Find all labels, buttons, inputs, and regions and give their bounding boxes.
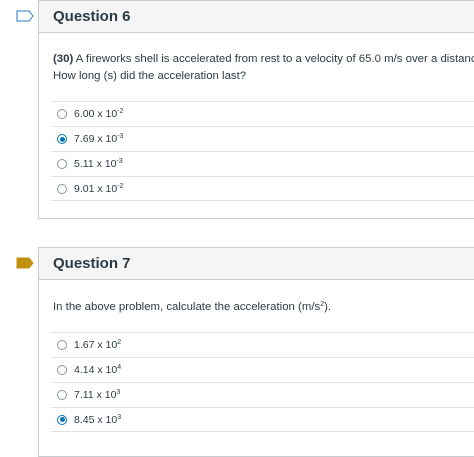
answer-option[interactable]: 9.01 x 10-2 bbox=[51, 176, 474, 201]
radio-button[interactable] bbox=[57, 365, 67, 375]
answer-option[interactable]: 7.11 x 103 bbox=[51, 382, 474, 407]
question-points: (30) bbox=[53, 53, 74, 65]
radio-button[interactable] bbox=[57, 183, 67, 194]
answer-label: 1.67 x 102 bbox=[74, 339, 122, 351]
radio-button[interactable] bbox=[57, 340, 67, 350]
answer-label: 7.69 x 10-3 bbox=[74, 133, 124, 145]
answer-option[interactable]: 8.45 x 103 bbox=[51, 407, 474, 432]
radio-button-selected[interactable] bbox=[57, 414, 67, 425]
answer-option[interactable]: 6.00 x 10-2 bbox=[51, 101, 474, 126]
question-text-line-2: How long (s) did the acceleration last? bbox=[53, 70, 247, 82]
question-text: In the above problem, calculate the acce… bbox=[53, 301, 332, 313]
question-title: Question 6 bbox=[53, 8, 131, 25]
answer-option[interactable]: 5.11 x 10-3 bbox=[51, 151, 474, 176]
answer-label: 4.14 x 104 bbox=[74, 364, 122, 376]
answer-option[interactable]: 4.14 x 104 bbox=[51, 357, 474, 382]
question-text: (30) A fireworks shell is accelerated fr… bbox=[39, 51, 474, 85]
flag-question-icon[interactable] bbox=[16, 10, 34, 22]
question-title: Question 7 bbox=[53, 255, 131, 272]
radio-button[interactable] bbox=[57, 159, 67, 169]
answer-label: 8.45 x 103 bbox=[74, 413, 122, 426]
answer-label: 5.11 x 10-3 bbox=[74, 158, 123, 170]
answer-list: 1.67 x 102 4.14 x 104 7.11 x 103 8.45 x … bbox=[51, 332, 474, 432]
answer-label: 7.11 x 103 bbox=[74, 389, 121, 401]
radio-button[interactable] bbox=[57, 109, 67, 119]
answer-option[interactable]: 1.67 x 102 bbox=[51, 332, 474, 357]
answer-list: 6.00 x 10-2 7.69 x 10-3 5.11 x 10-3 9.01… bbox=[51, 101, 474, 201]
radio-button[interactable] bbox=[57, 390, 67, 400]
radio-button-selected[interactable] bbox=[57, 134, 67, 144]
question-header: Question 7 bbox=[39, 248, 474, 280]
question-text-line-1: A fireworks shell is accelerated from re… bbox=[73, 53, 474, 65]
question-header: Question 6 bbox=[39, 1, 474, 33]
flag-question-icon[interactable] bbox=[16, 257, 34, 269]
answer-label: 6.00 x 10-2 bbox=[74, 108, 124, 120]
answer-label: 9.01 x 10-2 bbox=[74, 182, 124, 195]
answer-option[interactable]: 7.69 x 10-3 bbox=[51, 126, 474, 151]
question-card: Question 7 In the above problem, calcula… bbox=[38, 247, 474, 457]
question-card: Question 6 (30) A fireworks shell is acc… bbox=[38, 0, 474, 219]
